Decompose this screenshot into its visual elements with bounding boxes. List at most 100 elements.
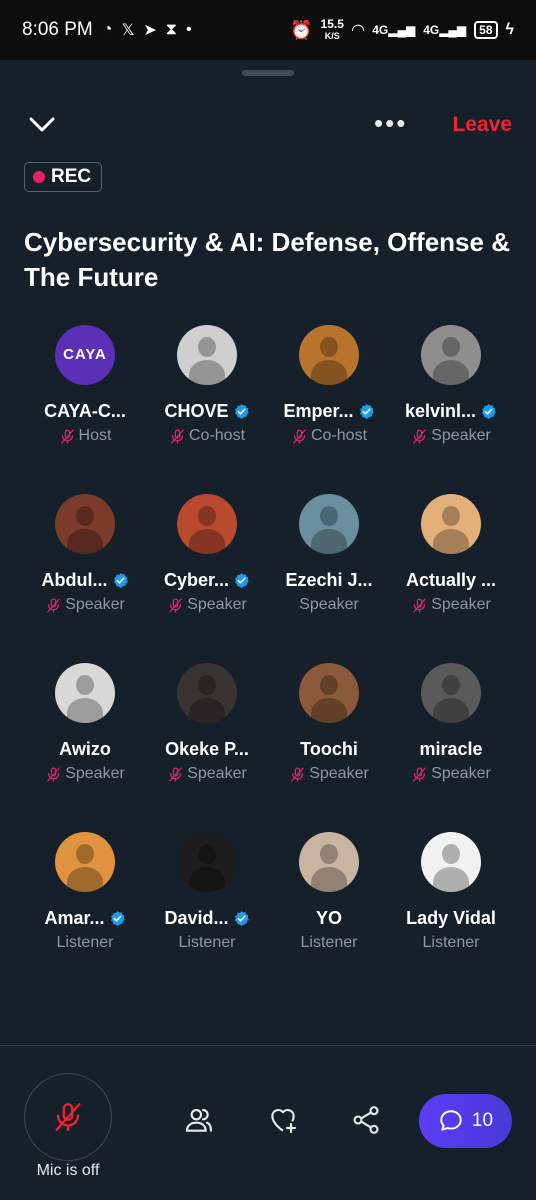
verified-badge-icon xyxy=(235,573,249,588)
more-options-icon[interactable]: ••• xyxy=(374,110,407,136)
net2-label: 4G xyxy=(423,23,440,37)
status-bar: 8:06 PM ◔ 𝕏 ➤ ⧗ • ⏰ 15.5 K/S ◠ 4G▂▄▆ 4G▂… xyxy=(0,0,536,60)
avatar-silhouette xyxy=(442,844,460,864)
people-icon[interactable] xyxy=(183,1104,215,1136)
participant-card[interactable]: CAYA CAYA-C... Host xyxy=(24,325,146,451)
verified-badge-icon xyxy=(234,404,249,419)
participant-card[interactable]: Lady Vidal Listener xyxy=(390,832,512,958)
avatar-silhouette xyxy=(320,337,338,357)
avatar[interactable] xyxy=(55,494,115,554)
participant-card[interactable]: Cyber... Speaker xyxy=(146,494,268,620)
participant-name: Ezechi J... xyxy=(285,570,373,590)
participant-card[interactable]: kelvinl... Speaker xyxy=(390,325,512,451)
participant-role-row: Speaker xyxy=(411,596,491,614)
avatar[interactable] xyxy=(299,663,359,723)
participant-name-row: CHOVE xyxy=(164,401,249,422)
avatar-silhouette-body xyxy=(67,529,103,554)
mic-button[interactable] xyxy=(24,1073,112,1161)
mic-muted-icon xyxy=(413,428,427,444)
telegram-icon: ➤ xyxy=(143,22,157,39)
participant-card[interactable]: Amar... Listener xyxy=(24,832,146,958)
avatar[interactable] xyxy=(55,832,115,892)
share-icon[interactable] xyxy=(350,1104,382,1136)
participant-card[interactable]: Awizo Speaker xyxy=(24,663,146,789)
avatar-silhouette xyxy=(442,506,460,526)
mic-muted-icon xyxy=(413,597,427,613)
avatar[interactable] xyxy=(177,325,237,385)
participant-name: Actually ... xyxy=(405,570,497,590)
mic-muted-icon xyxy=(47,766,61,782)
avatar[interactable]: CAYA xyxy=(55,325,115,385)
participant-role: Speaker xyxy=(431,427,491,444)
avatar[interactable] xyxy=(299,832,359,892)
avatar[interactable] xyxy=(299,494,359,554)
verified-badge-icon xyxy=(234,911,249,926)
avatar-silhouette xyxy=(198,844,216,864)
participant-card[interactable]: miracle Speaker xyxy=(390,663,512,789)
participant-role-row: Speaker xyxy=(299,596,359,614)
avatar[interactable] xyxy=(421,494,481,554)
heart-plus-icon[interactable] xyxy=(267,1104,299,1136)
avatar[interactable] xyxy=(177,832,237,892)
participant-card[interactable]: Ezechi J... Speaker xyxy=(268,494,390,620)
chat-bubble-icon xyxy=(440,1110,462,1131)
participant-card[interactable]: Toochi Speaker xyxy=(268,663,390,789)
chevron-down-icon[interactable] xyxy=(26,111,58,139)
participant-name-row: Emper... xyxy=(283,401,374,422)
participant-role: Speaker xyxy=(431,765,491,782)
leave-button[interactable]: Leave xyxy=(452,113,512,137)
chat-button[interactable]: 10 xyxy=(419,1094,512,1148)
avatar[interactable] xyxy=(421,663,481,723)
avatar-silhouette xyxy=(442,337,460,357)
avatar-silhouette xyxy=(320,506,338,526)
verified-badge-icon xyxy=(359,404,374,419)
participant-name: Okeke P... xyxy=(165,739,249,759)
avatar[interactable] xyxy=(299,325,359,385)
participant-card[interactable]: CHOVE Co-host xyxy=(146,325,268,451)
avatar[interactable] xyxy=(421,832,481,892)
participant-name: Abdul... xyxy=(41,570,108,590)
participant-name: CHOVE xyxy=(164,401,229,421)
avatar-silhouette-body xyxy=(189,529,225,554)
participant-role-row: Speaker xyxy=(289,765,369,783)
mic-muted-icon xyxy=(47,597,61,613)
participant-name-row: Cyber... xyxy=(164,570,250,591)
mic-muted-icon xyxy=(169,766,183,782)
participant-name: Awizo xyxy=(59,739,111,759)
participant-name-row: Okeke P... xyxy=(165,739,249,760)
participant-role-row: Listener xyxy=(301,934,358,952)
status-time: 8:06 PM xyxy=(22,19,93,40)
avatar[interactable] xyxy=(55,663,115,723)
drag-handle[interactable] xyxy=(242,70,294,76)
avatar-silhouette xyxy=(198,675,216,695)
rec-badge: REC xyxy=(24,162,103,192)
participant-role: Co-host xyxy=(188,427,246,444)
participant-role-row: Speaker xyxy=(167,596,247,614)
participant-card[interactable]: YO Listener xyxy=(268,832,390,958)
participant-name-row: kelvinl... xyxy=(405,401,497,422)
participant-role: Listener xyxy=(178,934,236,951)
mic-muted-icon xyxy=(291,766,305,782)
participant-card[interactable]: Emper... Co-host xyxy=(268,325,390,451)
participant-card[interactable]: Abdul... Speaker xyxy=(24,494,146,620)
participant-name-row: Abdul... xyxy=(42,570,129,591)
avatar-silhouette-body xyxy=(67,698,103,723)
participant-name: Toochi xyxy=(300,739,358,759)
avatar[interactable] xyxy=(177,663,237,723)
verified-badge-icon xyxy=(482,404,496,419)
avatar[interactable] xyxy=(421,325,481,385)
avatar[interactable] xyxy=(177,494,237,554)
avatar-silhouette-body xyxy=(433,360,469,385)
participant-card[interactable]: David... Listener xyxy=(146,832,268,958)
participants-grid: CAYA CAYA-C... Host CHOVE Co-host Emper... Co-… xyxy=(24,325,512,958)
participant-card[interactable]: Okeke P... Speaker xyxy=(146,663,268,789)
participant-name: Lady Vidal xyxy=(406,908,496,928)
participant-card[interactable]: Actually ... Speaker xyxy=(390,494,512,620)
participant-name-row: Amar... xyxy=(44,908,125,929)
space-topbar: ••• Leave xyxy=(0,105,536,145)
avatar-silhouette-body xyxy=(189,698,225,723)
mic-muted-icon xyxy=(293,428,306,444)
avatar-silhouette-body xyxy=(433,529,469,554)
participant-name-row: YO xyxy=(316,908,342,929)
participant-name: David... xyxy=(164,908,229,928)
